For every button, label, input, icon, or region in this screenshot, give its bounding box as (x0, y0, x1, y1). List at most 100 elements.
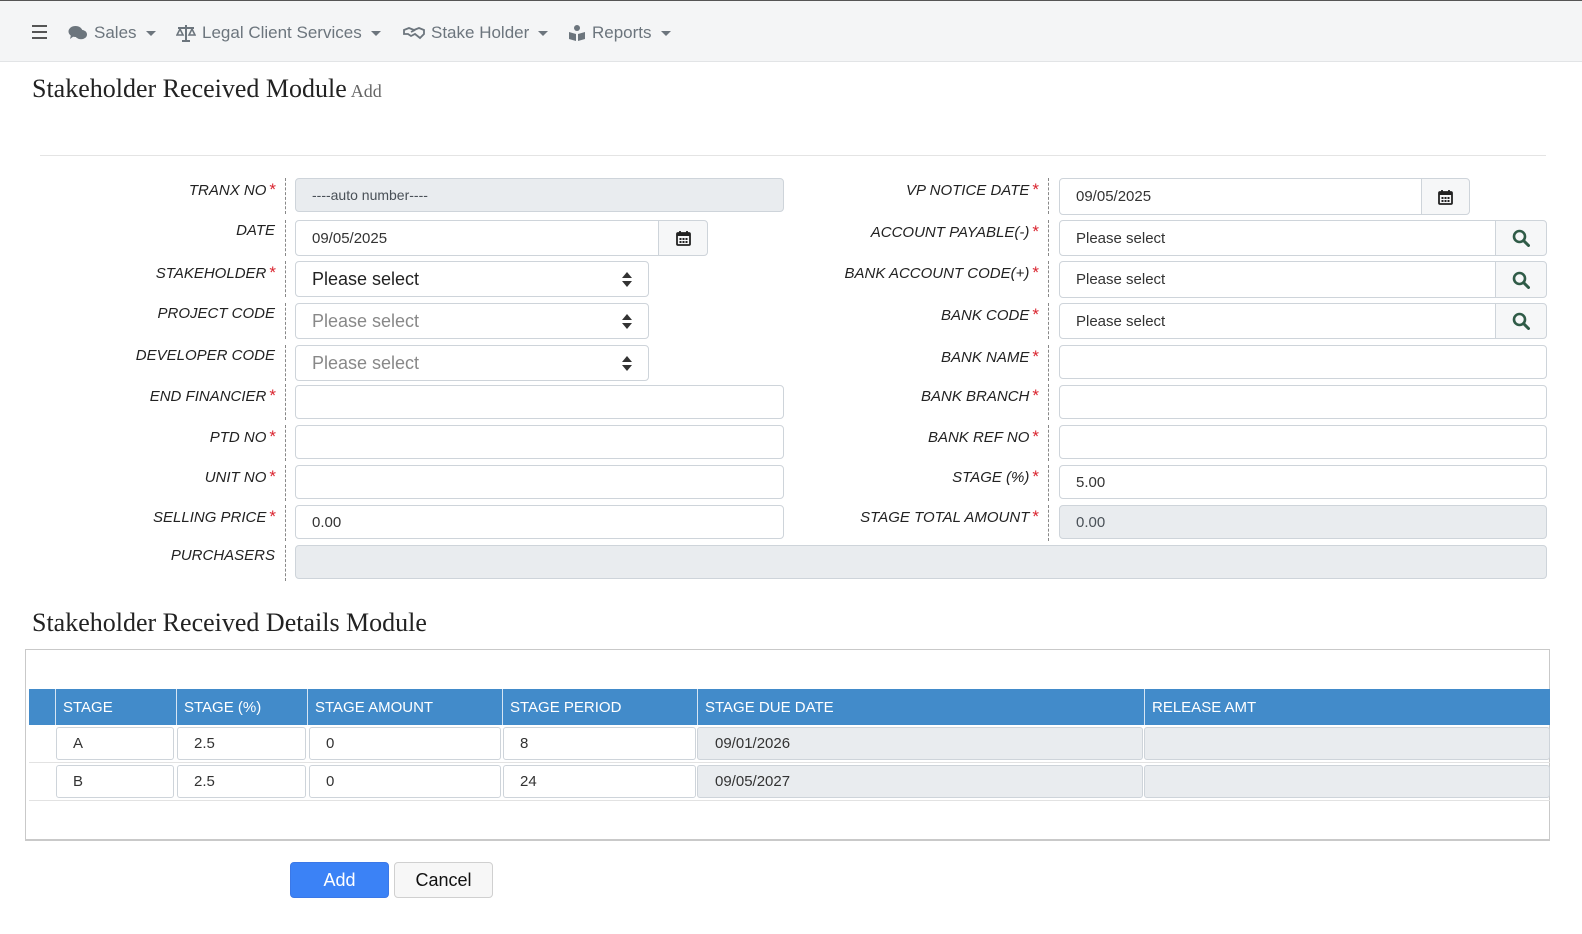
row-a-stage-period-cell[interactable]: 8 (503, 727, 696, 760)
nav-reports-menu[interactable]: Reports (568, 22, 671, 44)
top-navbar: Sales Legal Client Services Stake Holder… (0, 0, 1582, 62)
row-a-stage-cell[interactable]: A (56, 727, 174, 760)
vp-notice-date-field[interactable]: 09/05/2025 (1059, 178, 1422, 215)
stage-pct-label: STAGE (%) * (952, 467, 1039, 487)
ptd-no-input[interactable] (295, 425, 784, 459)
label-divider (1048, 345, 1049, 381)
stakeholder-select[interactable]: Please select (295, 261, 649, 297)
required-mark: * (1032, 386, 1039, 405)
row-b-stage-amount-cell[interactable]: 0 (309, 765, 501, 798)
vp-notice-date-picker-button[interactable] (1421, 178, 1470, 215)
stage-total-amount-label: STAGE TOTAL AMOUNT * (860, 507, 1039, 527)
row-b-stage-pct-cell[interactable]: 2.5 (177, 765, 306, 798)
stage-total-amount-label-text: STAGE TOTAL AMOUNT (860, 509, 1030, 526)
account-payable-select[interactable]: Please select (1059, 220, 1496, 256)
bank-code-label: BANK CODE * (941, 305, 1039, 325)
bank-name-label-text: BANK NAME (941, 349, 1030, 366)
end-financier-input[interactable] (295, 385, 784, 419)
calendar-icon (1438, 189, 1453, 205)
label-divider (285, 384, 286, 420)
required-mark: * (1032, 222, 1039, 241)
cancel-button[interactable]: Cancel (394, 862, 493, 898)
required-mark: * (1032, 427, 1039, 446)
bank-ref-no-label-text: BANK REF NO (927, 429, 1030, 446)
column-header-stage-pct[interactable]: STAGE (%) (176, 689, 307, 725)
ptd-no-label-text: PTD NO (209, 429, 267, 446)
row-a-stage-due-date-cell: 09/01/2026 (697, 727, 1143, 760)
required-mark: * (1032, 467, 1039, 486)
add-button[interactable]: Add (290, 862, 389, 898)
required-mark: * (1032, 347, 1039, 366)
row-divider (29, 762, 1550, 763)
search-icon (1512, 229, 1530, 247)
label-divider (285, 220, 286, 256)
bank-account-code-select[interactable]: Please select (1059, 261, 1496, 298)
project-code-select[interactable]: Please select (295, 303, 649, 339)
label-divider (1048, 178, 1049, 214)
nav-reports-label: Reports (592, 23, 652, 42)
label-divider (285, 545, 286, 581)
caret-down-icon (370, 30, 381, 36)
required-mark: * (269, 507, 276, 526)
stakeholder-label-text: STAKEHOLDER (155, 265, 267, 282)
account-payable-label-text: ACCOUNT PAYABLE(-) (870, 224, 1030, 241)
end-financier-label-text: END FINANCIER (149, 388, 267, 405)
search-icon (1512, 312, 1530, 330)
row-b-stage-cell[interactable]: B (56, 765, 174, 798)
nav-sales-menu[interactable]: Sales (68, 22, 156, 44)
hamburger-icon[interactable] (32, 25, 47, 39)
label-divider (1048, 465, 1049, 501)
bank-code-search-button[interactable] (1495, 303, 1547, 339)
date-picker-button[interactable] (658, 220, 708, 256)
column-header-stage-amount[interactable]: STAGE AMOUNT (307, 689, 502, 725)
bank-ref-no-label: BANK REF NO * (928, 427, 1039, 447)
vp-notice-date-label-text: VP NOTICE DATE (906, 182, 1030, 199)
account-payable-search-button[interactable] (1495, 220, 1547, 256)
column-header-stage[interactable]: STAGE (55, 689, 176, 725)
bank-account-code-search-button[interactable] (1495, 261, 1547, 298)
label-divider (285, 303, 286, 339)
unit-no-label-text: UNIT NO (204, 469, 267, 486)
row-a-stage-pct-cell[interactable]: 2.5 (177, 727, 306, 760)
bank-ref-no-input[interactable] (1059, 425, 1547, 459)
column-header-stage-period[interactable]: STAGE PERIOD (502, 689, 697, 725)
bank-branch-input[interactable] (1059, 385, 1547, 419)
purchasers-field (295, 545, 1547, 579)
required-mark: * (269, 386, 276, 405)
tranx-no-field: ----auto number---- (295, 178, 784, 212)
purchasers-label: PURCHASERS (171, 547, 275, 564)
label-divider (1048, 384, 1049, 420)
select-arrows-icon (622, 356, 632, 372)
required-mark: * (269, 427, 276, 446)
date-field[interactable]: 09/05/2025 (295, 220, 659, 256)
label-divider (285, 465, 286, 501)
bank-name-input[interactable] (1059, 345, 1547, 379)
page-title: Stakeholder Received Module Add (32, 74, 382, 104)
stage-total-amount-field: 0.00 (1059, 505, 1547, 539)
caret-down-icon (538, 30, 549, 36)
project-code-label-text: PROJECT CODE (157, 305, 275, 322)
bank-code-select[interactable]: Please select (1059, 303, 1496, 339)
nav-stake-holder-menu[interactable]: Stake Holder (403, 22, 549, 44)
required-mark: * (1032, 263, 1039, 282)
row-divider (29, 800, 1550, 801)
stage-pct-input[interactable]: 5.00 (1059, 465, 1547, 499)
nav-stake-holder-label: Stake Holder (431, 23, 530, 42)
selling-price-label-text: SELLING PRICE (153, 509, 267, 526)
handshake-icon (403, 27, 425, 40)
column-header-release-amt[interactable]: RELEASE AMT (1144, 689, 1550, 725)
end-financier-label: END FINANCIER * (150, 386, 276, 406)
label-divider (1048, 505, 1049, 541)
column-header-stage-due-date[interactable]: STAGE DUE DATE (697, 689, 1144, 725)
developer-code-select[interactable]: Please select (295, 345, 649, 381)
scales-icon (176, 25, 196, 42)
nav-legal-client-services-menu[interactable]: Legal Client Services (176, 22, 381, 44)
project-code-select-value: Please select (312, 310, 420, 331)
selling-price-input[interactable]: 0.00 (295, 505, 784, 539)
unit-no-label: UNIT NO * (205, 467, 276, 487)
unit-no-input[interactable] (295, 465, 784, 499)
row-b-stage-period-cell[interactable]: 24 (503, 765, 696, 798)
developer-code-select-value: Please select (312, 352, 420, 373)
account-payable-label: ACCOUNT PAYABLE(-) * (871, 222, 1039, 242)
row-a-stage-amount-cell[interactable]: 0 (309, 727, 501, 760)
